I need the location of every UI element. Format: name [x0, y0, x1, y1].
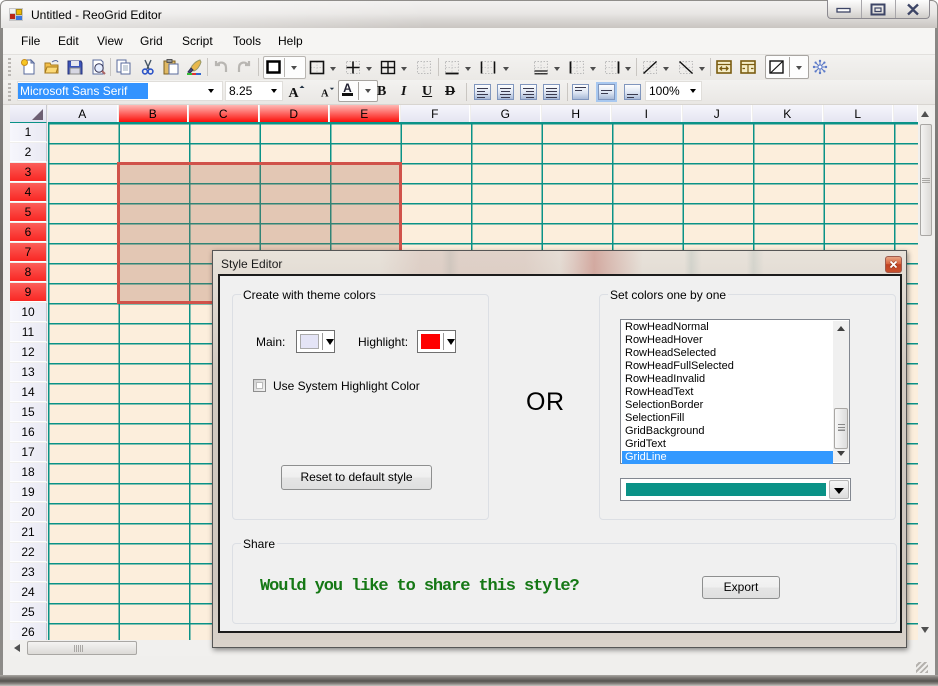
svg-text:A: A	[289, 86, 300, 100]
svg-text:A: A	[321, 89, 329, 100]
